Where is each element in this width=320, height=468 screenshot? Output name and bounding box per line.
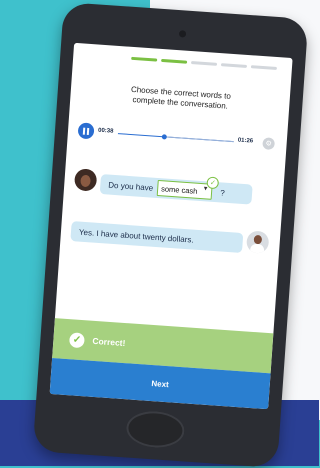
instructions: Choose the correct words to complete the… xyxy=(90,82,271,115)
phone-device: Choose the correct words to complete the… xyxy=(32,2,309,468)
phone-screen: Choose the correct words to complete the… xyxy=(49,42,293,410)
avatar-speaker-2 xyxy=(245,230,270,254)
feedback-label: Correct! xyxy=(92,335,126,349)
home-button[interactable] xyxy=(125,409,186,450)
checkmark-icon: ✓ xyxy=(206,176,220,190)
progress-segment xyxy=(131,56,158,62)
audio-settings-button[interactable]: ⚙ xyxy=(262,137,276,151)
checkmark-icon: ✓ xyxy=(68,331,85,348)
total-time: 01:26 xyxy=(237,137,254,145)
audio-scrubber-handle[interactable] xyxy=(161,134,168,140)
audio-player: 00:38 01:26 ⚙ xyxy=(77,121,278,153)
current-time: 00:38 xyxy=(97,127,114,135)
progress-segment xyxy=(220,63,248,68)
avatar-speaker-1 xyxy=(73,168,98,192)
progress-segment xyxy=(190,61,218,66)
chat-bubble-answer: Yes. I have about twenty dollars. xyxy=(70,221,244,254)
dropdown-selected-value: some cash xyxy=(160,183,198,196)
audio-track-remaining xyxy=(163,136,234,143)
camera-icon xyxy=(178,30,187,38)
progress-segment xyxy=(161,58,188,64)
bubble-text: Yes. I have about twenty dollars. xyxy=(78,227,194,245)
bubble-text-before: Do you have xyxy=(108,180,154,193)
gear-icon: ⚙ xyxy=(265,139,272,148)
chat-bubble-question: Do you have some cash ▼ ✓ ? xyxy=(99,174,253,205)
lesson-progress xyxy=(131,56,277,71)
bubble-text-after: ? xyxy=(219,187,226,198)
pause-icon xyxy=(82,127,90,135)
pause-button[interactable] xyxy=(77,122,95,140)
answer-dropdown[interactable]: some cash ▼ ✓ xyxy=(156,176,220,200)
progress-segment xyxy=(250,65,277,71)
